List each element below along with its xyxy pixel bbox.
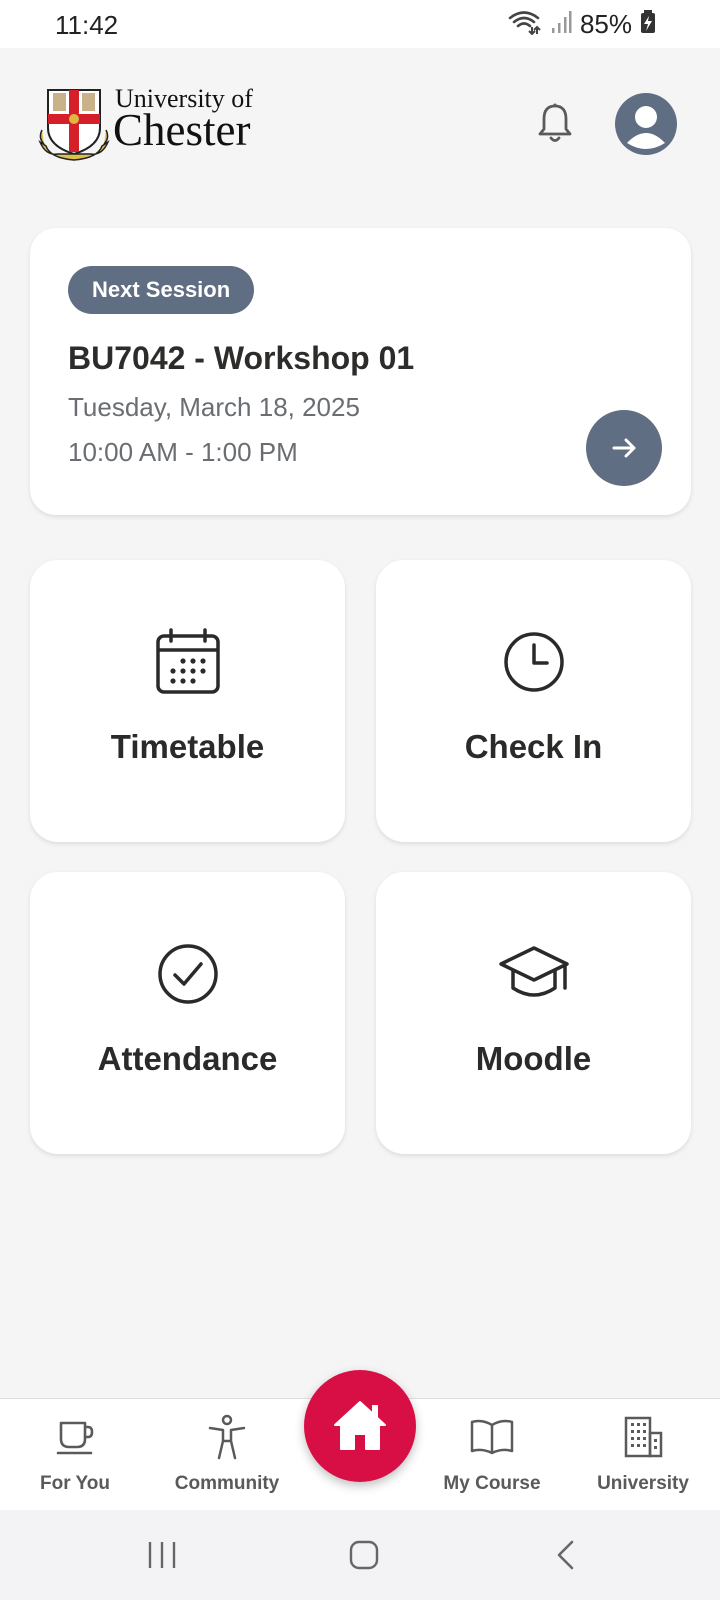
- avatar-icon[interactable]: [615, 93, 677, 155]
- tile-label: Check In: [464, 728, 603, 765]
- person-icon: [207, 1413, 247, 1461]
- app-header: University of Chester: [0, 48, 720, 218]
- home-nav-icon[interactable]: [334, 1530, 394, 1580]
- university-logo: University of Chester: [38, 84, 278, 164]
- cup-icon: [55, 1413, 95, 1461]
- tile-label: Timetable: [110, 728, 265, 765]
- bell-icon[interactable]: [533, 100, 577, 146]
- status-icons: 85%: [508, 8, 656, 40]
- back-icon[interactable]: [536, 1530, 596, 1580]
- arrow-right-icon: [612, 438, 636, 458]
- clock-icon: [376, 626, 691, 698]
- wifi-icon: [508, 9, 542, 40]
- nav-label: My Course: [443, 1473, 541, 1494]
- nav-item-community[interactable]: Community: [152, 1413, 302, 1503]
- session-date: Tuesday, March 18, 2025: [68, 392, 360, 422]
- battery-percent: 85%: [579, 8, 632, 39]
- recent-apps-icon[interactable]: [132, 1530, 192, 1580]
- tile-label: Moodle: [475, 1040, 592, 1077]
- session-title: BU7042 - Workshop 01: [68, 340, 415, 376]
- tile-attendance[interactable]: Attendance: [30, 872, 345, 1154]
- nav-item-my-course[interactable]: My Course: [417, 1413, 567, 1503]
- status-time: 11:42: [55, 10, 119, 40]
- tile-moodle[interactable]: Moodle: [376, 872, 691, 1154]
- signal-icon: [550, 10, 572, 39]
- book-icon: [469, 1413, 515, 1461]
- graduation-cap-icon: [376, 938, 691, 1010]
- crest-icon: [38, 89, 110, 161]
- system-nav-bar: [0, 1510, 720, 1600]
- building-icon: [622, 1413, 664, 1461]
- nav-label: Community: [174, 1473, 280, 1494]
- home-button[interactable]: [304, 1370, 416, 1482]
- tile-timetable[interactable]: Timetable: [30, 560, 345, 842]
- home-icon: [334, 1401, 386, 1450]
- tile-check-in[interactable]: Check In: [376, 560, 691, 842]
- next-session-card[interactable]: Next Session BU7042 - Workshop 01 Tuesda…: [30, 228, 691, 515]
- nav-label: University: [597, 1473, 689, 1494]
- open-session-button[interactable]: [586, 410, 662, 486]
- next-session-badge: Next Session: [68, 266, 255, 314]
- session-time: 10:00 AM - 1:00 PM: [68, 437, 298, 467]
- nav-item-university[interactable]: University: [568, 1413, 718, 1503]
- check-circle-icon: [30, 938, 345, 1010]
- nav-item-for-you[interactable]: For You: [0, 1413, 150, 1503]
- logo-line2: Chester: [113, 105, 251, 155]
- battery-charging-icon: [640, 9, 656, 39]
- calendar-icon: [30, 626, 345, 698]
- nav-label: For You: [39, 1473, 111, 1494]
- tile-label: Attendance: [97, 1040, 278, 1077]
- status-bar: 11:42 85%: [0, 0, 720, 48]
